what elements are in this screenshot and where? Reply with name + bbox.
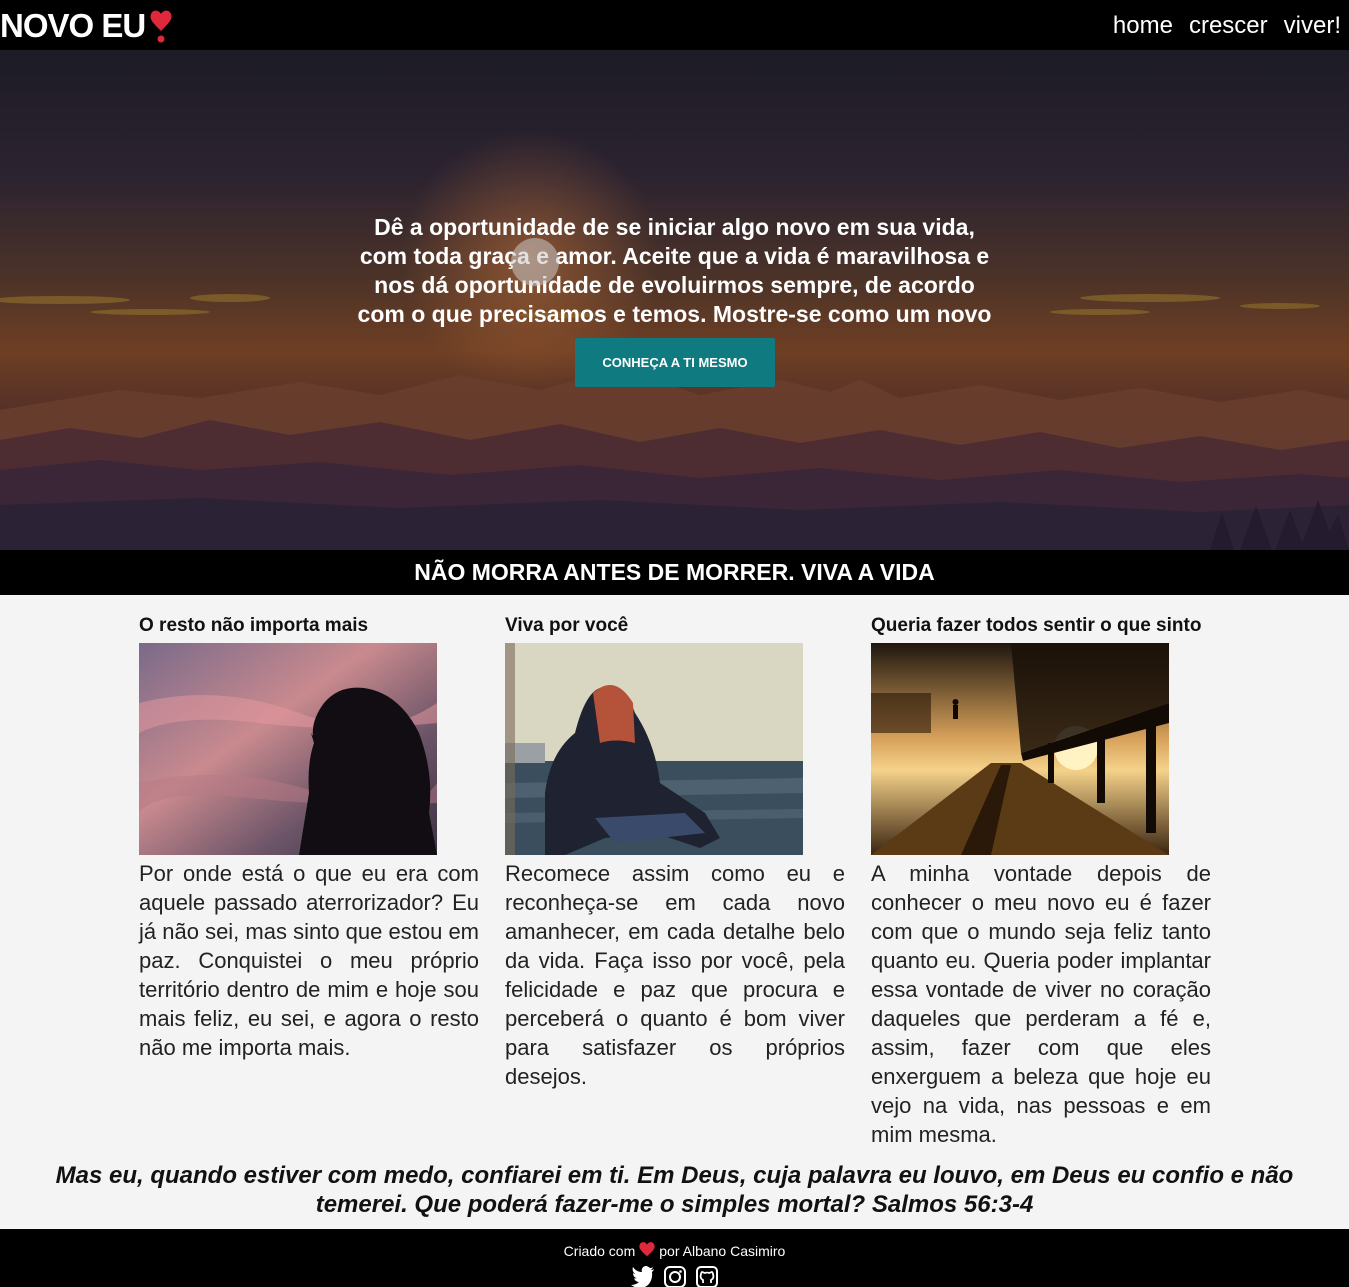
article-body: A minha vontade depois de conhecer o meu… [871,861,1211,1147]
heart-exclamation-icon [149,9,173,43]
credit-author-text: por Albano Casimiro [659,1242,786,1259]
article-card-2: Viva por você Recomece assim como eu e r… [505,612,845,1091]
girl-sitting-by-sea-image [505,643,803,855]
footer-credit: Criado com por Albano Casimiro [0,1241,1349,1260]
mouse-cursor-indicator [511,238,559,286]
article-card-1: O resto não importa mais Por onde está o… [139,612,479,1062]
hero-section: Dê a oportunidade de se iniciar algo nov… [0,50,1349,550]
heart-icon [638,1241,656,1260]
instagram-icon[interactable] [663,1266,687,1287]
section-banner: NÃO MORRA ANTES DE MORRER. VIVA A VIDA [0,550,1349,595]
credit-created-text: Criado com [563,1242,636,1259]
github-icon[interactable] [695,1266,719,1287]
social-icons [0,1266,1349,1287]
bible-quote: Mas eu, quando estiver com medo, confiar… [55,1162,1294,1218]
article-title: Viva por você [505,615,629,636]
pier-sunset-walker-image [871,643,1169,855]
article-title: O resto não importa mais [139,615,369,636]
brand-logo[interactable]: NOVO EU [0,7,173,45]
top-navbar: NOVO EU home crescer viver! [0,0,1349,50]
hero-message: Dê a oportunidade de se iniciar algo nov… [357,214,992,356]
nav-menu: home crescer viver! [1113,12,1341,40]
article-card-3: Queria fazer todos sentir o que sinto A … [871,612,1211,1149]
brand-name: NOVO EU [0,7,146,44]
article-body: Recomece assim como eu e reconheça-se em… [505,861,845,1089]
footer: Criado com por Albano Casimiro [0,1229,1349,1287]
woman-silhouette-sunset-image [139,643,437,855]
nav-link-crescer[interactable]: crescer [1189,12,1268,40]
nav-link-home[interactable]: home [1113,12,1173,40]
nav-link-viver[interactable]: viver! [1284,12,1341,40]
article-title: Queria fazer todos sentir o que sinto [871,615,1202,636]
twitter-icon[interactable] [630,1266,655,1287]
know-yourself-button[interactable]: CONHEÇA A TI MESMO [575,338,775,387]
article-body: Por onde está o que eu era com aquele pa… [139,861,479,1060]
